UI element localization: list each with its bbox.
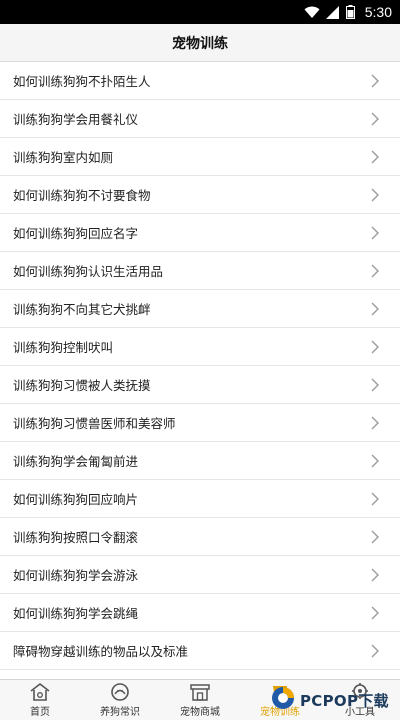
list-item-label: 训练狗狗习惯被人类抚摸 xyxy=(13,378,151,393)
list-item-label: 训练狗狗控制吠叫 xyxy=(13,340,114,355)
tab-label: 小工具 xyxy=(345,707,375,718)
list-item[interactable]: 训练狗狗学会匍匐前进 xyxy=(0,442,400,480)
list-item[interactable]: 训练狗狗控制吠叫 xyxy=(0,328,400,366)
list-item-label: 如何训练狗狗回应响片 xyxy=(13,492,139,507)
tools-icon xyxy=(349,682,371,702)
tab-label: 宠物训练 xyxy=(260,707,300,718)
list-item-label: 训练狗狗室内如厕 xyxy=(13,150,114,165)
list-item[interactable]: 如何训练狗狗不讨要食物 xyxy=(0,176,400,214)
chevron-right-icon xyxy=(370,226,380,240)
tab-tools[interactable]: 小工具 xyxy=(320,680,400,720)
chevron-right-icon xyxy=(370,302,380,316)
chevron-right-icon xyxy=(370,530,380,544)
list-item-label: 如何训练狗狗认识生活用品 xyxy=(13,264,164,279)
list-item[interactable]: 训练狗狗学会用餐礼仪 xyxy=(0,100,400,138)
status-time: 5:30 xyxy=(364,4,392,20)
list-item[interactable]: 如何训练狗狗学会游泳 xyxy=(0,556,400,594)
list-item-label: 训练狗狗学会用餐礼仪 xyxy=(13,112,139,127)
list-item[interactable]: 如何训练狗狗认识生活用品 xyxy=(0,252,400,290)
tab-shop[interactable]: 宠物商城 xyxy=(160,680,240,720)
list-item-label: 如何训练狗狗回应名字 xyxy=(13,226,139,241)
list-item-label: 如何训练狗狗学会游泳 xyxy=(13,568,139,583)
tab-label: 养狗常识 xyxy=(100,707,140,718)
list-item-label: 如何训练狗狗不扑陌生人 xyxy=(13,74,151,89)
training-list: 如何训练狗狗不扑陌生人 训练狗狗学会用餐礼仪 训练狗狗室内如厕 如何训练狗狗不讨… xyxy=(0,62,400,679)
tab-label: 首页 xyxy=(30,707,50,718)
chevron-right-icon xyxy=(370,492,380,506)
list-item-label: 训练狗狗学会匍匐前进 xyxy=(13,454,139,469)
list-item[interactable]: 训练狗狗习惯被人类抚摸 xyxy=(0,366,400,404)
list-item-label: 如何训练狗狗不讨要食物 xyxy=(13,188,151,203)
chevron-right-icon xyxy=(370,150,380,164)
list-item[interactable]: 训练狗狗按照口令翻滚 xyxy=(0,518,400,556)
list-item[interactable]: 如何训练狗狗回应响片 xyxy=(0,480,400,518)
list-item[interactable]: 障碍物穿越训练的物品以及标准 xyxy=(0,632,400,670)
tab-home[interactable]: 首页 xyxy=(0,680,80,720)
chevron-right-icon xyxy=(370,188,380,202)
chevron-right-icon xyxy=(370,644,380,658)
list-item[interactable]: 训练狗狗不向其它犬挑衅 xyxy=(0,290,400,328)
list-item-label: 训练狗狗习惯兽医师和美容师 xyxy=(13,416,176,431)
chevron-right-icon xyxy=(370,74,380,88)
list-item[interactable]: 如何训练狗狗学会跳绳 xyxy=(0,594,400,632)
tab-knowledge[interactable]: 养狗常识 xyxy=(80,680,160,720)
bottom-tab-bar: 首页 养狗常识 宠物商城 宠物训练 小工具 xyxy=(0,679,400,720)
list-item-label: 障碍物穿越训练的物品以及标准 xyxy=(13,644,189,659)
chevron-right-icon xyxy=(370,416,380,430)
list-item-label: 训练狗狗按照口令翻滚 xyxy=(13,530,139,545)
chevron-right-icon xyxy=(370,264,380,278)
chevron-right-icon xyxy=(370,378,380,392)
list-item[interactable]: 如何训练狗狗不扑陌生人 xyxy=(0,62,400,100)
chevron-right-icon xyxy=(370,568,380,582)
chevron-right-icon xyxy=(370,112,380,126)
list-item[interactable]: 训练狗狗室内如厕 xyxy=(0,138,400,176)
list-item[interactable]: 训练狗狗习惯兽医师和美容师 xyxy=(0,404,400,442)
chevron-right-icon xyxy=(370,606,380,620)
chevron-right-icon xyxy=(370,454,380,468)
chevron-right-icon xyxy=(370,340,380,354)
status-bar: 5:30 xyxy=(0,0,400,24)
wifi-icon xyxy=(304,6,320,19)
shop-icon xyxy=(189,682,211,702)
list-item[interactable]: 如何训练狗狗回应名字 xyxy=(0,214,400,252)
signal-icon xyxy=(325,5,340,19)
battery-icon xyxy=(345,5,355,19)
knowledge-icon xyxy=(109,682,131,702)
home-icon xyxy=(29,682,51,702)
list-item-label: 训练狗狗不向其它犬挑衅 xyxy=(13,302,151,317)
list-item-label: 如何训练狗狗学会跳绳 xyxy=(13,606,139,621)
training-icon xyxy=(269,682,291,702)
tab-label: 宠物商城 xyxy=(180,707,220,718)
header: 宠物训练 xyxy=(0,24,400,62)
page-title: 宠物训练 xyxy=(172,35,228,52)
tab-training[interactable]: 宠物训练 xyxy=(240,680,320,720)
